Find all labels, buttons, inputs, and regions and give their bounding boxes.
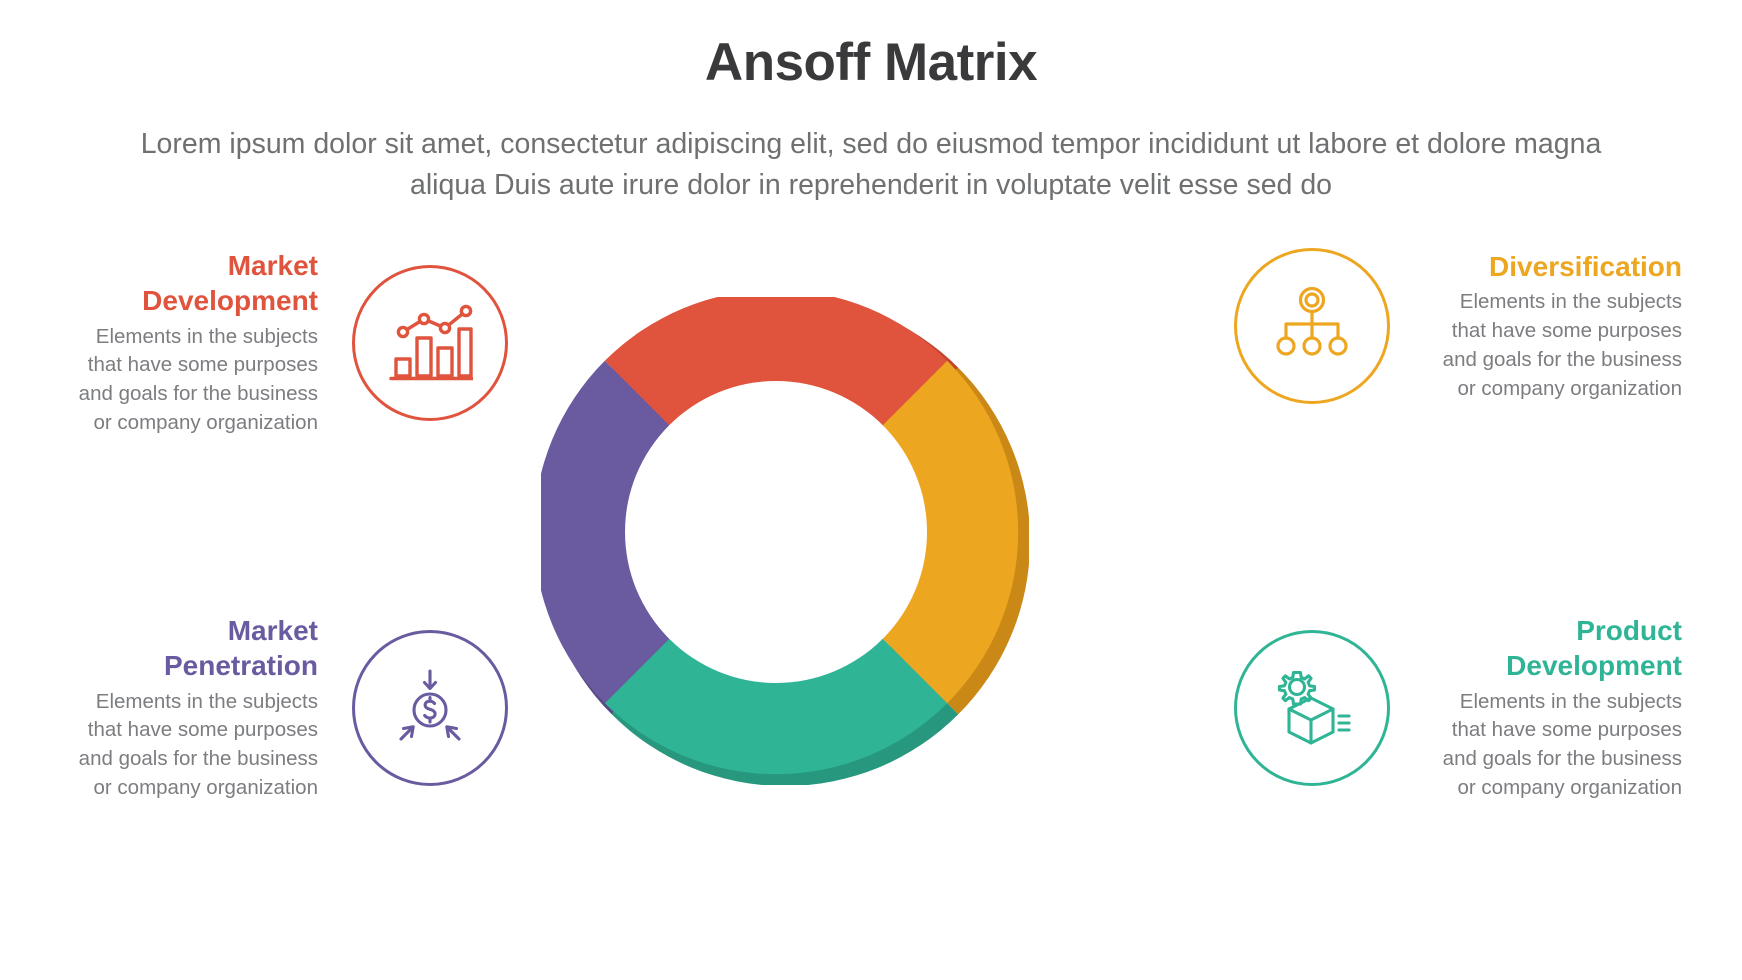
infographic-canvas: Ansoff Matrix Lorem ipsum dolor sit amet… [0, 0, 1742, 980]
icon-circle-diversification[interactable] [1234, 248, 1390, 404]
org-chart-hierarchy-icon [1272, 286, 1352, 366]
quadrant-title-market-penetration: Market Penetration [163, 615, 318, 682]
quadrant-market-penetration[interactable]: Market Penetration Elements in the subje… [60, 613, 508, 803]
icon-circle-product-development[interactable] [1234, 630, 1390, 787]
quadrant-product-development[interactable]: Product Development Elements in the subj… [1234, 613, 1682, 803]
icon-circle-market-penetration[interactable] [352, 630, 508, 787]
quadrant-description-market-development: Elements in the subjects that have some … [78, 324, 318, 435]
quadrant-title-diversification: Diversification [1489, 250, 1682, 282]
quadrant-title-product-development: Product Development [1506, 615, 1682, 682]
donut-hole [625, 381, 927, 683]
box-gear-icon [1271, 668, 1353, 748]
ansoff-donut-chart[interactable] [541, 297, 1029, 785]
quadrant-text-block: Market Penetration Elements in the subje… [60, 613, 352, 803]
page-title: Ansoff Matrix [704, 33, 1038, 92]
quadrant-market-development[interactable]: Market Development Elements in the subje… [60, 248, 508, 438]
quadrant-text-block: Product Development Elements in the subj… [1390, 613, 1682, 803]
quadrant-title-market-development: Market Development [142, 250, 318, 317]
bar-chart-growth-icon [387, 302, 473, 384]
quadrant-text-block: Diversification Elements in the subjects… [1390, 249, 1682, 404]
quadrant-description-product-development: Elements in the subjects that have some … [1442, 689, 1682, 800]
icon-circle-market-development[interactable] [352, 265, 508, 422]
quadrant-diversification[interactable]: Diversification Elements in the subjects… [1234, 248, 1682, 404]
page-subtitle: Lorem ipsum dolor sit amet, consectetur … [140, 128, 1602, 201]
quadrant-text-block: Market Development Elements in the subje… [60, 248, 352, 438]
quadrant-description-diversification: Elements in the subjects that have some … [1442, 289, 1682, 400]
quadrant-description-market-penetration: Elements in the subjects that have some … [78, 689, 318, 800]
dollar-coin-arrows-icon [389, 667, 471, 749]
donut-bright-band [541, 297, 1019, 775]
